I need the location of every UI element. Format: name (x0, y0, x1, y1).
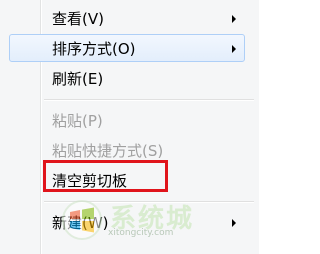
submenu-arrow-icon (232, 15, 236, 23)
menu-item-label: 刷新(E) (52, 70, 104, 88)
watermark-url: xitongcity.com (108, 228, 174, 238)
windows-logo-icon (62, 200, 102, 240)
menu-item-label: 查看(V) (52, 10, 104, 28)
submenu-arrow-icon (232, 45, 236, 53)
menu-item-view[interactable]: 查看(V) (0, 4, 259, 34)
watermark: 系统城 xitongcity.com (58, 198, 258, 248)
menu-item-label: 粘贴(P) (52, 112, 103, 130)
menu-item-refresh[interactable]: 刷新(E) (0, 64, 259, 94)
menu-item-paste: 粘贴(P) (0, 106, 259, 136)
menu-item-label: 排序方式(O) (52, 40, 136, 58)
context-menu: 查看(V) 排序方式(O) 刷新(E) 粘贴(P) 粘贴快捷方式(S) 清空剪切… (0, 0, 259, 254)
menu-item-label: 粘贴快捷方式(S) (52, 142, 164, 160)
annotation-highlight-box (43, 160, 168, 192)
menu-item-sort-by[interactable]: 排序方式(O) (0, 34, 259, 64)
menu-separator (44, 99, 254, 101)
